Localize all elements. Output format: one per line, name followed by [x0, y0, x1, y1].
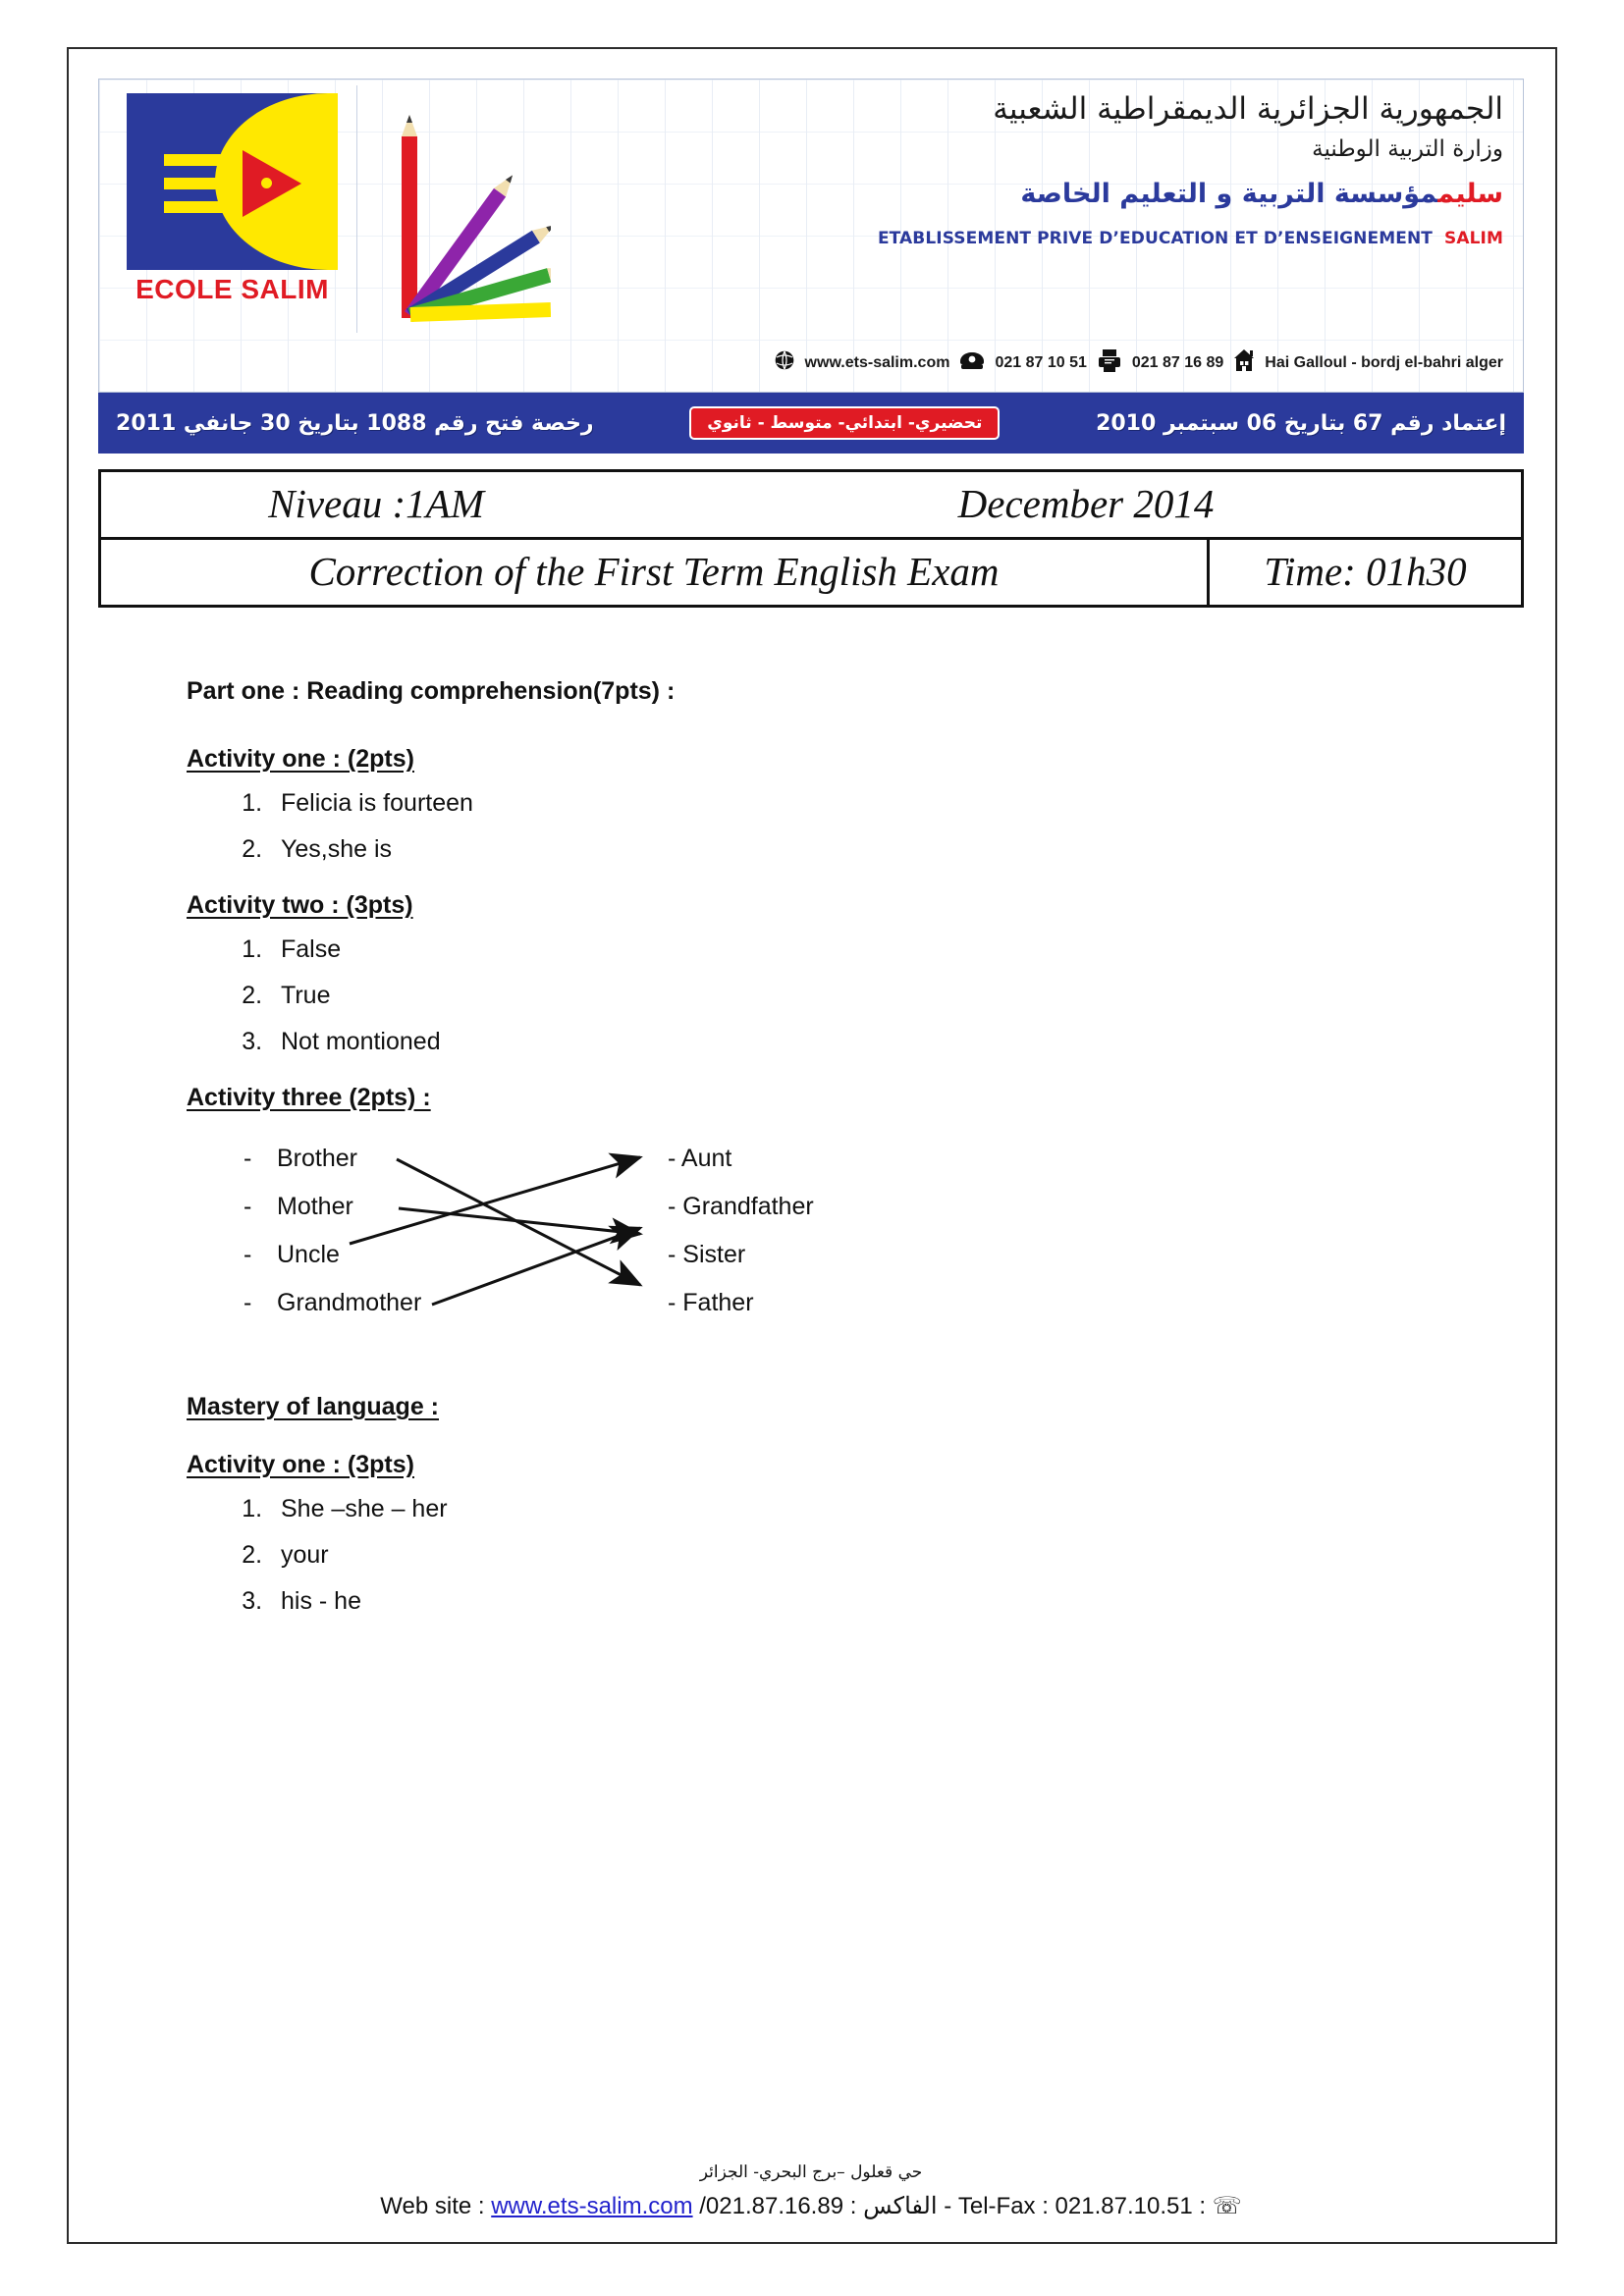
exam-title: Correction of the First Term English Exa… [308, 549, 1000, 594]
activity-two-heading: Activity two : (3pts) [187, 891, 413, 919]
list-item: True [269, 984, 1463, 1008]
institution-brand-arabic: سليم [1437, 179, 1503, 210]
accreditation-text: إعتماد رقم 67 بتاريخ 06 سبتمبر 2010 [1096, 410, 1506, 436]
school-logo: ECOLE SALIM [127, 93, 338, 319]
list-item: your [269, 1543, 1463, 1568]
exam-body: Part one : Reading comprehension(7pts) :… [187, 677, 1463, 1635]
part-one-title: Part one : Reading comprehension(7pts) : [187, 677, 676, 705]
list-item: Not montioned [269, 1030, 1463, 1054]
footer-fax-text: /021.87.16.89 : الفاكس - [692, 2193, 952, 2219]
institution-title-french: ETABLISSEMENT PRIVE D’EDUCATION ET D’ENS… [620, 229, 1503, 248]
activity-two-answers: False True Not montioned [187, 937, 1463, 1054]
phone-text: 021 87 10 51 [995, 353, 1087, 371]
footer-arabic-address: حي قعلول –برج البحري- الجزائر [699, 2163, 923, 2182]
mastery-title: Mastery of language : [187, 1393, 439, 1420]
letterhead: ECOLE SALIM الجمهورية الجزائرية الديمقرا… [98, 79, 1524, 393]
letterhead-arabic-block: الجمهورية الجزائرية الديمقراطية الشعبية … [620, 89, 1503, 248]
exam-header-table: Niveau :1AM December 2014 Correction of … [98, 469, 1524, 608]
accreditation-strip: إعتماد رقم 67 بتاريخ 06 سبتمبر 2010 تحضي… [98, 393, 1524, 454]
institution-name-arabic: مؤسسة التربية و التعليم الخاصة [1020, 179, 1438, 210]
website-text: www.ets-salim.com [804, 353, 950, 371]
fax-text: 021 87 16 89 [1131, 353, 1224, 371]
arrow-mother-father [398, 1206, 643, 1245]
footer-tel-text: Tel-Fax : 021.87.10.51 : ☏ [951, 2193, 1242, 2219]
address-text: Hai Galloul - bordj el-bahri alger [1265, 353, 1503, 371]
institution-name-french: ETABLISSEMENT PRIVE D’EDUCATION ET D’ENS… [877, 229, 1433, 249]
activity-one-answers: Felicia is fourteen Yes,she is [187, 791, 1463, 862]
levels-badge: تحضيري- ابتدائي- متوسط - ثانوي [689, 406, 1001, 440]
globe-icon [774, 349, 795, 376]
exam-level: Niveau :1AM [268, 481, 484, 526]
letterhead-divider [356, 85, 357, 333]
arrow-grandmother-grandfather [431, 1225, 643, 1307]
telephone-icon [959, 350, 985, 375]
matching-exercise: - Brother - Mother - Uncle - Grandmother - A… [187, 1138, 933, 1334]
footer-contact-line: Web site : www.ets-salim.com /021.87.16.… [98, 2192, 1524, 2220]
activity-one-heading: Activity one : (2pts) [187, 745, 414, 773]
matching-arrows [349, 1152, 643, 1307]
list-item: Yes,she is [269, 837, 1463, 862]
exam-date: December 2014 [957, 481, 1215, 526]
exam-duration: Time: 01h30 [1207, 540, 1521, 605]
list-item: False [269, 937, 1463, 962]
triangle-icon [243, 150, 301, 217]
contact-row: www.ets-salim.com 021 87 10 51 021 87 16… [774, 347, 1503, 378]
footer-website-link[interactable]: www.ets-salim.com [491, 2193, 692, 2219]
footer-website-label: Web site : [380, 2193, 492, 2219]
list-item: Felicia is fourteen [269, 791, 1463, 816]
activity-three-heading: Activity three (2pts) : [187, 1084, 431, 1111]
list-item: She –she – her [269, 1497, 1463, 1522]
pencils-icon [374, 107, 572, 333]
institution-brand-french: SALIM [1444, 229, 1503, 249]
page-frame: ECOLE SALIM الجمهورية الجزائرية الديمقرا… [67, 47, 1557, 2244]
mastery-activity-one-answers: She –she – her your his - he [187, 1497, 1463, 1614]
list-item: his - he [269, 1589, 1463, 1614]
country-title: الجمهورية الجزائرية الديمقراطية الشعبية [993, 91, 1503, 127]
institution-title-arabic: سليممؤسسة التربية و التعليم الخاصة [620, 176, 1503, 213]
ministry-title: وزارة التربية الوطنية [1312, 135, 1503, 162]
school-logo-label: ECOLE SALIM [135, 274, 329, 304]
fax-icon [1097, 347, 1122, 378]
license-text: رخصة فتح رقم 1088 بتاريخ 30 جانفي 2011 [116, 410, 594, 436]
page-footer: حي قعلول –برج البحري- الجزائر Web site :… [98, 2163, 1524, 2220]
house-icon [1233, 348, 1255, 377]
school-logo-icon [127, 93, 338, 270]
mastery-activity-one-heading: Activity one : (3pts) [187, 1451, 414, 1478]
